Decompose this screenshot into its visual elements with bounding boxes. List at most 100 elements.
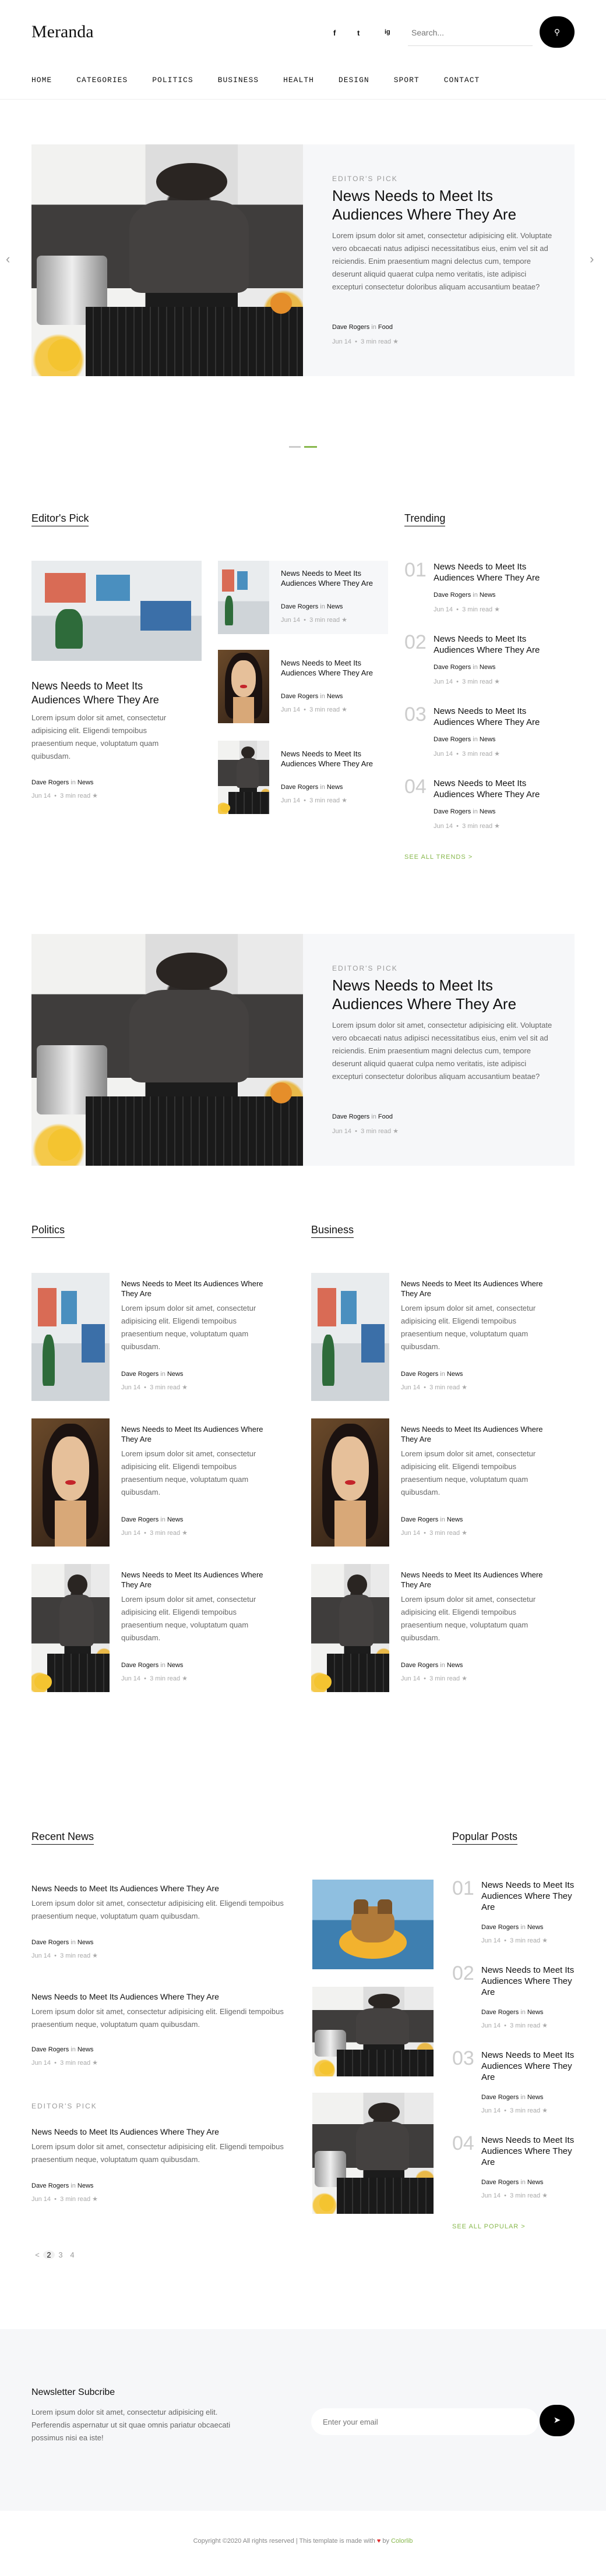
feature-title[interactable]: News Needs to Meet Its Audiences Where T…	[332, 976, 524, 1013]
search-button[interactable]: ⚲	[540, 16, 575, 48]
slider-dot-2-active[interactable]	[304, 446, 317, 448]
politics-card-excerpt-1: Lorem ipsum dolor sit amet, consectetur …	[121, 1304, 256, 1351]
nav-categories[interactable]: CATEGORIES	[76, 76, 128, 84]
search-input[interactable]	[408, 19, 533, 46]
politics-card-image-1[interactable]	[31, 1273, 110, 1401]
business-card-title-1[interactable]: News Needs to Meet Its Audiences Where T…	[401, 1279, 558, 1298]
nav-contact[interactable]: CONTACT	[444, 76, 480, 84]
nav-politics[interactable]: POLITICS	[152, 76, 193, 84]
see-all-trends-link[interactable]: SEE ALL TRENDS >	[404, 854, 473, 861]
politics-card-date-2: Jun 14 • 3 min read ★	[121, 1530, 188, 1537]
category-link[interactable]: Food	[378, 324, 393, 331]
meta-in: in	[371, 324, 376, 331]
editors-side-title-3[interactable]: News Needs to Meet Its Audiences Where T…	[281, 749, 374, 769]
recent-title-3[interactable]: News Needs to Meet Its Audiences Where T…	[31, 2126, 300, 2138]
site-logo[interactable]: Meranda	[31, 22, 94, 42]
editors-side-date-2: Jun 14 • 3 min read ★	[281, 706, 348, 713]
slider-dot-1[interactable]	[289, 446, 301, 448]
editors-side-meta-3: Dave Rogers in News	[281, 784, 343, 791]
hero-image[interactable]	[31, 144, 303, 376]
instagram-icon[interactable]: ig	[385, 29, 390, 36]
nav-sport[interactable]: SPORT	[394, 76, 420, 84]
page-4[interactable]: 4	[66, 2251, 78, 2259]
page-3[interactable]: 3	[55, 2251, 66, 2259]
see-all-popular-link[interactable]: SEE ALL POPULAR >	[452, 2223, 526, 2230]
business-card-image-3[interactable]	[311, 1564, 389, 1692]
business-card-image-2[interactable]	[311, 1418, 389, 1547]
editors-main-title[interactable]: News Needs to Meet Its Audiences Where T…	[31, 679, 183, 707]
recent-date-3: Jun 14 • 3 min read ★	[31, 2196, 98, 2203]
business-card-title-3[interactable]: News Needs to Meet Its Audiences Where T…	[401, 1570, 558, 1590]
copyright: Copyright ©2020 All rights reserved | Th…	[193, 2538, 413, 2545]
editors-side-image-3[interactable]	[218, 741, 269, 814]
newsletter-submit-button[interactable]: ➤	[540, 2405, 575, 2436]
search-icon: ⚲	[554, 27, 561, 37]
feature-kicker: EDITOR'S PICK	[332, 964, 398, 972]
recent-image-1[interactable]	[312, 1880, 434, 1969]
editors-side-image-1[interactable]	[218, 561, 269, 634]
nav-design[interactable]: DESIGN	[339, 76, 369, 84]
editors-side-title-1[interactable]: News Needs to Meet Its Audiences Where T…	[281, 568, 374, 588]
recent-image-2[interactable]	[312, 1987, 434, 2076]
feature-meta: Dave Rogers in Food	[332, 1113, 393, 1120]
politics-heading: Politics	[31, 1224, 65, 1238]
page-2-active[interactable]: 2	[43, 2251, 55, 2259]
hero-title[interactable]: News Needs to Meet Its Audiences Where T…	[332, 186, 524, 224]
newsletter-email-input[interactable]	[311, 2408, 538, 2435]
business-card-meta-1: Dave Rogers in News	[401, 1371, 463, 1378]
twitter-icon[interactable]: t	[357, 29, 360, 37]
recent-image-3[interactable]	[312, 2093, 434, 2214]
politics-card-title-2[interactable]: News Needs to Meet Its Audiences Where T…	[121, 1424, 279, 1444]
slider-prev-arrow-icon[interactable]: ‹	[6, 252, 10, 267]
politics-card-meta-2: Dave Rogers in News	[121, 1516, 184, 1523]
politics-card-date-3: Jun 14 • 3 min read ★	[121, 1675, 188, 1682]
feature-date: Jun 14 • 3 min read ★	[332, 1128, 399, 1135]
hero-kicker: EDITOR'S PICK	[332, 175, 398, 183]
recent-date-1: Jun 14 • 3 min read ★	[31, 1952, 98, 1959]
editors-main-image[interactable]	[31, 561, 202, 661]
newsletter-text: Lorem ipsum dolor sit amet, consectetur …	[31, 2408, 231, 2442]
newsletter-heading: Newsletter Subcribe	[31, 2387, 115, 2397]
recent-title-2[interactable]: News Needs to Meet Its Audiences Where T…	[31, 1991, 300, 2002]
recent-kicker-3: EDITOR'S PICK	[31, 2102, 97, 2110]
hero-date: Jun 14 • 3 min read ★	[332, 338, 399, 345]
slider-next-arrow-icon[interactable]: ›	[590, 252, 594, 267]
nav-home[interactable]: HOME	[31, 76, 52, 84]
editors-side-title-2[interactable]: News Needs to Meet Its Audiences Where T…	[281, 658, 374, 678]
politics-card-date-1: Jun 14 • 3 min read ★	[121, 1384, 188, 1391]
editors-main-meta: Dave Rogers in News	[31, 779, 94, 786]
editors-main-excerpt: Lorem ipsum dolor sit amet, consectetur …	[31, 713, 167, 760]
hero-excerpt: Lorem ipsum dolor sit amet, consectetur …	[332, 231, 552, 291]
recent-title-1[interactable]: News Needs to Meet Its Audiences Where T…	[31, 1883, 300, 1894]
recent-news-heading: Recent News	[31, 1831, 94, 1845]
editors-side-meta-2: Dave Rogers in News	[281, 693, 343, 700]
business-card-title-2[interactable]: News Needs to Meet Its Audiences Where T…	[401, 1424, 558, 1444]
recent-date-2: Jun 14 • 3 min read ★	[31, 2060, 98, 2067]
page: Meranda f t ig ⚲ HOME CATEGORIES POLITIC…	[0, 0, 606, 2576]
facebook-icon[interactable]: f	[333, 29, 336, 37]
colorlib-link[interactable]: Colorlib	[391, 2538, 413, 2545]
politics-card-title-1[interactable]: News Needs to Meet Its Audiences Where T…	[121, 1279, 279, 1298]
hero-meta: Dave Rogers in Food	[332, 324, 393, 331]
nav-health[interactable]: HEALTH	[283, 76, 314, 84]
category-link[interactable]: News	[77, 779, 94, 786]
business-card-date-3: Jun 14 • 3 min read ★	[401, 1675, 468, 1682]
politics-card-excerpt-3: Lorem ipsum dolor sit amet, consectetur …	[121, 1595, 256, 1642]
editors-side-image-2[interactable]	[218, 650, 269, 723]
nav-business[interactable]: BUSINESS	[218, 76, 259, 84]
business-card-excerpt-2: Lorem ipsum dolor sit amet, consectetur …	[401, 1449, 536, 1496]
trending-heading: Trending	[404, 512, 446, 526]
feature-image[interactable]	[31, 934, 303, 1166]
politics-card-title-3[interactable]: News Needs to Meet Its Audiences Where T…	[121, 1570, 279, 1590]
politics-card-image-2[interactable]	[31, 1418, 110, 1547]
recent-excerpt-2: Lorem ipsum dolor sit amet, consectetur …	[31, 2007, 284, 2029]
editors-pick-heading: Editor's Pick	[31, 512, 89, 526]
business-card-excerpt-1: Lorem ipsum dolor sit amet, consectetur …	[401, 1304, 536, 1351]
politics-card-image-3[interactable]	[31, 1564, 110, 1692]
author-link[interactable]: Dave Rogers	[332, 324, 369, 331]
recent-excerpt-1: Lorem ipsum dolor sit amet, consectetur …	[31, 1899, 284, 1920]
page-prev[interactable]: <	[31, 2251, 43, 2259]
business-card-image-1[interactable]	[311, 1273, 389, 1401]
newsletter-section: Newsletter Subcribe Lorem ipsum dolor si…	[0, 2329, 606, 2511]
author-link[interactable]: Dave Rogers	[31, 779, 69, 786]
